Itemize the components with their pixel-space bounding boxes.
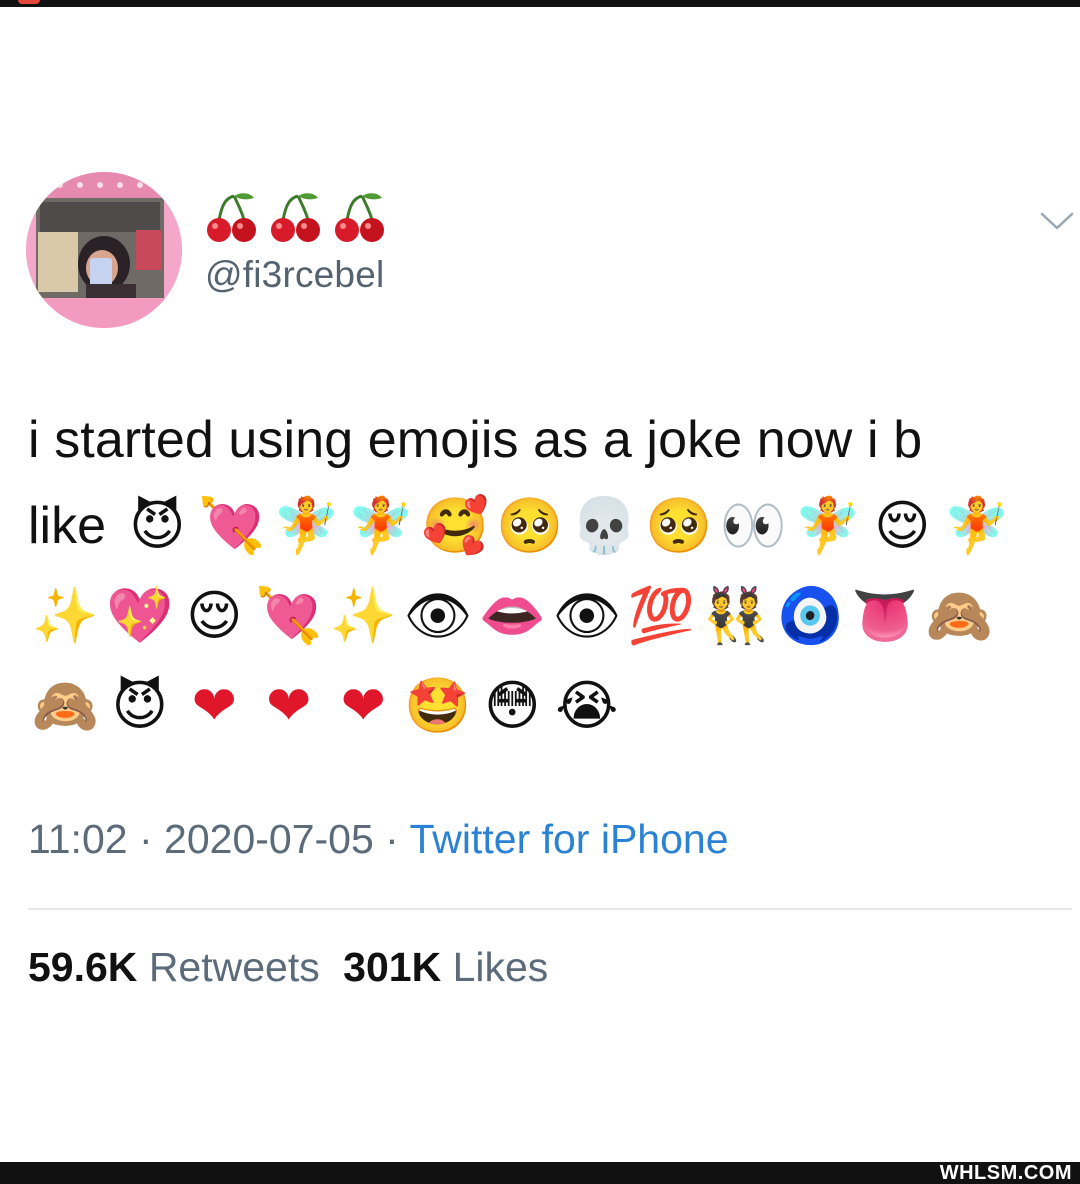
emoji: 👯 bbox=[702, 584, 770, 647]
emoji: 🧿 bbox=[776, 584, 844, 647]
retweets-stat[interactable]: 59.6K Retweets bbox=[28, 944, 331, 990]
tweet-source-link[interactable]: Twitter for iPhone bbox=[409, 816, 728, 862]
emoji: 😳 bbox=[484, 674, 541, 737]
emoji: ❤ bbox=[266, 674, 312, 737]
retweets-label: Retweets bbox=[148, 944, 320, 990]
chevron-down-icon[interactable] bbox=[1038, 206, 1076, 236]
emoji-row-3: 🙈 😈 ❤ ❤ ❤ 🤩 😳 😭 bbox=[28, 670, 1068, 742]
emoji: 👁 bbox=[403, 584, 473, 647]
emoji: 😈 bbox=[111, 674, 168, 737]
emoji: 🥰 bbox=[421, 494, 489, 557]
meta-separator: · bbox=[385, 816, 399, 862]
emoji: 😭 bbox=[555, 674, 619, 737]
emoji-row-1: like 😈 💘 🧚 🧚 🥰 🥺 💀 🥺 👀 🧚 😌 🧚 bbox=[28, 490, 1068, 562]
emoji: 💀 bbox=[570, 494, 638, 557]
emoji: 💘 bbox=[198, 494, 266, 557]
display-name[interactable] bbox=[204, 186, 388, 250]
emoji: 💘 bbox=[255, 584, 323, 647]
emoji: 😌 bbox=[874, 494, 931, 557]
avatar-image bbox=[26, 172, 182, 328]
emoji: ❤ bbox=[191, 674, 237, 737]
divider bbox=[28, 908, 1072, 910]
watermark: WHLSM.COM bbox=[939, 1162, 1072, 1184]
emoji: 🙈 bbox=[31, 674, 99, 737]
emoji: 👄 bbox=[478, 584, 546, 647]
tweet-card: @fi3rcebel i started using emojis as a j… bbox=[0, 0, 1080, 1160]
cherries-icon bbox=[335, 193, 384, 242]
likes-label: Likes bbox=[452, 944, 549, 990]
emoji: ✨ bbox=[329, 584, 397, 647]
tweet-meta: 11:02 · 2020-07-05 · Twitter for iPhone bbox=[28, 816, 729, 863]
emoji: 🧚 bbox=[272, 494, 340, 557]
cherries-icon bbox=[207, 193, 256, 242]
emoji: 🧚 bbox=[943, 494, 1011, 557]
emoji: ✨ bbox=[31, 584, 99, 647]
retweets-count: 59.6K bbox=[28, 944, 138, 990]
meta-separator: · bbox=[138, 816, 153, 862]
emoji: 💖 bbox=[106, 584, 174, 647]
emoji: 💯 bbox=[627, 584, 695, 647]
emoji: 🙈 bbox=[925, 584, 993, 647]
cherries-icon bbox=[271, 193, 320, 242]
likes-count: 301K bbox=[343, 944, 442, 990]
tweet-stats: 59.6K Retweets 301K Likes bbox=[28, 944, 548, 991]
emoji: 👅 bbox=[851, 584, 919, 647]
emoji: ❤ bbox=[340, 674, 386, 737]
emoji: 🥺 bbox=[645, 494, 713, 557]
emoji: 👀 bbox=[719, 494, 787, 557]
user-handle[interactable]: @fi3rcebel bbox=[205, 254, 384, 296]
tweet-text-line1: i started using emojis as a joke now i b bbox=[28, 411, 923, 469]
emoji: 🥺 bbox=[496, 494, 564, 557]
emoji: 😈 bbox=[129, 494, 186, 557]
emoji: 🧚 bbox=[347, 494, 415, 557]
emoji: 🧚 bbox=[794, 494, 862, 557]
emoji: 🤩 bbox=[404, 674, 472, 737]
likes-stat[interactable]: 301K Likes bbox=[343, 944, 548, 990]
tweet-date[interactable]: 2020-07-05 bbox=[164, 816, 374, 862]
bottom-bar bbox=[0, 1162, 1080, 1184]
emoji: 😌 bbox=[186, 584, 243, 647]
tweet-text-like: like bbox=[28, 497, 107, 555]
tweet-time[interactable]: 11:02 bbox=[28, 816, 128, 862]
emoji-row-2: ✨ 💖 😌 💘 ✨ 👁 👄 👁 💯 👯 🧿 👅 🙈 bbox=[28, 580, 1068, 652]
emoji: 👁 bbox=[552, 584, 622, 647]
avatar[interactable] bbox=[26, 172, 182, 328]
